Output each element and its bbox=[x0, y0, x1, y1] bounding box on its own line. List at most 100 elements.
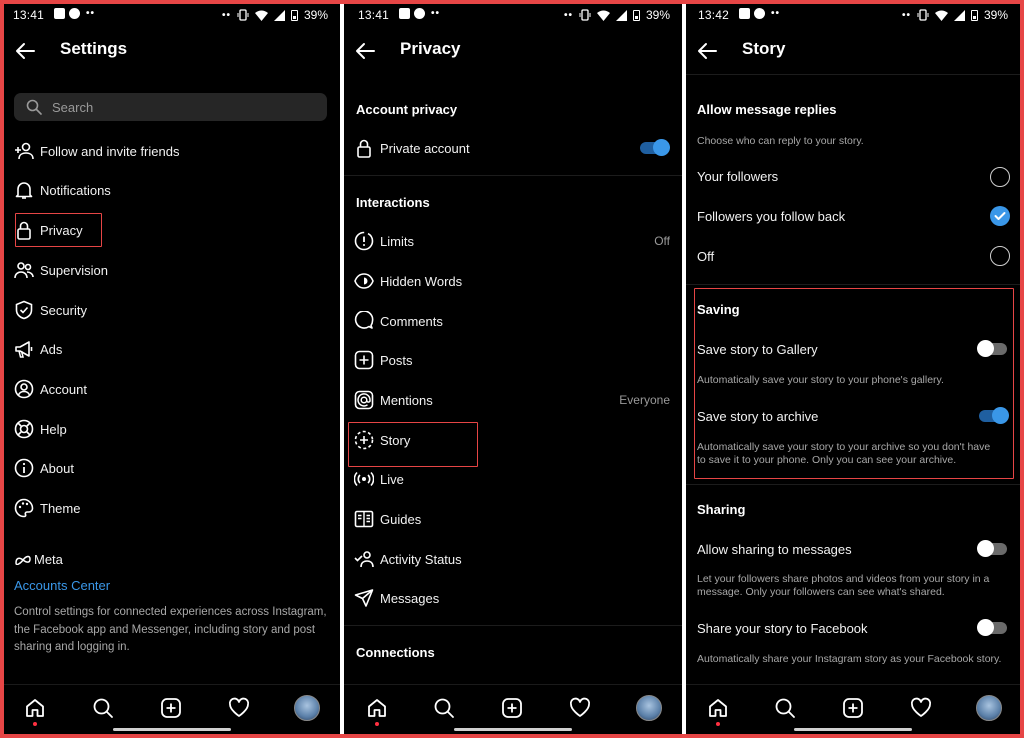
heart-icon[interactable] bbox=[910, 697, 932, 719]
bottom-nav bbox=[4, 684, 340, 734]
vibrate-icon bbox=[579, 9, 591, 21]
privacy-item-label: Mentions bbox=[380, 392, 433, 408]
checkmark-icon bbox=[994, 212, 1006, 220]
privacy-item-guides[interactable]: Guides bbox=[344, 501, 682, 537]
header: Privacy bbox=[344, 34, 682, 72]
live-icon bbox=[353, 468, 375, 490]
settings-item-follow[interactable]: Follow and invite friends bbox=[4, 133, 340, 169]
share-messages-label[interactable]: Allow sharing to messages bbox=[697, 542, 852, 557]
settings-item-ads[interactable]: Ads bbox=[4, 331, 340, 367]
meta-infinity-icon bbox=[15, 555, 31, 565]
profile-avatar[interactable] bbox=[636, 695, 662, 721]
meta-brand: Meta bbox=[34, 552, 63, 567]
settings-item-about[interactable]: About bbox=[4, 450, 340, 486]
reply-option-label[interactable]: Your followers bbox=[697, 169, 778, 184]
settings-item-label: About bbox=[40, 460, 74, 476]
reply-option-your-followers-radio[interactable] bbox=[990, 167, 1010, 187]
settings-item-help[interactable]: Help bbox=[4, 411, 340, 447]
section-interactions: Interactions bbox=[356, 195, 430, 210]
privacy-screen: 13:41 •• •• 39% Privacy Account privacy … bbox=[344, 4, 682, 734]
save-archive-toggle[interactable] bbox=[979, 407, 1009, 424]
back-arrow-icon[interactable] bbox=[696, 40, 718, 62]
share-facebook-label[interactable]: Share your story to Facebook bbox=[697, 621, 868, 636]
settings-item-label: Security bbox=[40, 302, 87, 318]
save-archive-label[interactable]: Save story to archive bbox=[697, 409, 818, 424]
share-facebook-toggle[interactable] bbox=[977, 619, 1007, 636]
privacy-item-comments[interactable]: Comments bbox=[344, 303, 682, 339]
reply-option-follow-back-radio[interactable] bbox=[990, 206, 1010, 226]
settings-item-notifications[interactable]: Notifications bbox=[4, 172, 340, 208]
create-icon[interactable] bbox=[160, 697, 182, 719]
save-gallery-label[interactable]: Save story to Gallery bbox=[697, 342, 818, 357]
battery-icon bbox=[290, 9, 298, 21]
comment-icon bbox=[353, 310, 375, 332]
privacy-item-value: Everyone bbox=[619, 393, 670, 407]
settings-item-label: Notifications bbox=[40, 182, 111, 198]
settings-item-supervision[interactable]: Supervision bbox=[4, 252, 340, 288]
search-input[interactable]: Search bbox=[14, 93, 327, 121]
save-gallery-toggle[interactable] bbox=[977, 340, 1007, 357]
home-icon[interactable] bbox=[366, 697, 388, 719]
back-arrow-icon[interactable] bbox=[14, 40, 36, 62]
profile-avatar[interactable] bbox=[294, 695, 320, 721]
story-screen: 13:42 •• •• 39% Story Allow message repl… bbox=[686, 4, 1020, 734]
section-saving: Saving bbox=[697, 302, 740, 317]
reply-option-off-radio[interactable] bbox=[990, 246, 1010, 266]
info-icon bbox=[13, 457, 35, 479]
status-time: 13:41 bbox=[358, 8, 390, 22]
bottom-nav bbox=[344, 684, 682, 734]
settings-item-label: Follow and invite friends bbox=[40, 143, 180, 159]
privacy-item-messages[interactable]: Messages bbox=[344, 580, 682, 616]
create-icon[interactable] bbox=[842, 697, 864, 719]
create-icon[interactable] bbox=[501, 697, 523, 719]
plus-square-icon bbox=[353, 349, 375, 371]
search-icon[interactable] bbox=[774, 697, 796, 719]
save-archive-description: Automatically save your story to your ar… bbox=[697, 441, 991, 466]
accounts-center-link[interactable]: Accounts Center bbox=[14, 578, 110, 593]
home-icon[interactable] bbox=[24, 697, 46, 719]
privacy-item-hidden-words[interactable]: Hidden Words bbox=[344, 263, 682, 299]
search-icon[interactable] bbox=[433, 697, 455, 719]
status-bar: 13:41 •• •• 39% bbox=[358, 8, 670, 22]
battery-level: 39% bbox=[645, 8, 670, 22]
signal-icon bbox=[615, 9, 627, 21]
share-messages-description: Let your followers share photos and vide… bbox=[697, 573, 990, 598]
privacy-item-mentions[interactable]: Mentions Everyone bbox=[344, 382, 682, 418]
privacy-item-activity-status[interactable]: Activity Status bbox=[344, 541, 682, 577]
wifi-icon bbox=[934, 10, 948, 21]
back-arrow-icon[interactable] bbox=[354, 40, 376, 62]
battery-level: 39% bbox=[303, 8, 328, 22]
share-messages-toggle[interactable] bbox=[977, 540, 1007, 557]
reply-option-label[interactable]: Followers you follow back bbox=[697, 209, 845, 224]
lock-icon bbox=[353, 137, 375, 159]
status-time: 13:41 bbox=[13, 8, 45, 22]
wifi-icon bbox=[596, 10, 610, 21]
home-activity-dot bbox=[33, 722, 37, 726]
settings-screen: 13:41 •• •• 39% Settings Search Follow a… bbox=[4, 4, 340, 734]
private-account-row[interactable]: Private account bbox=[344, 130, 682, 166]
hidden-words-icon bbox=[353, 270, 375, 292]
wifi-icon bbox=[254, 10, 268, 21]
battery-icon bbox=[970, 9, 978, 21]
notification-icons: •• bbox=[54, 8, 95, 19]
settings-item-theme[interactable]: Theme bbox=[4, 490, 340, 526]
profile-avatar[interactable] bbox=[976, 695, 1002, 721]
heart-icon[interactable] bbox=[228, 697, 250, 719]
heart-icon[interactable] bbox=[569, 697, 591, 719]
home-icon[interactable] bbox=[707, 697, 729, 719]
highlight-box bbox=[15, 213, 102, 247]
private-account-toggle[interactable] bbox=[640, 139, 670, 156]
header: Settings bbox=[4, 34, 340, 72]
reply-option-label[interactable]: Off bbox=[697, 249, 714, 264]
settings-item-account[interactable]: Account bbox=[4, 371, 340, 407]
gesture-bar bbox=[794, 728, 912, 731]
save-gallery-description: Automatically save your story to your ph… bbox=[697, 374, 944, 386]
vibrate-icon bbox=[917, 9, 929, 21]
privacy-item-label: Posts bbox=[380, 352, 413, 368]
search-icon[interactable] bbox=[92, 697, 114, 719]
settings-item-security[interactable]: Security bbox=[4, 292, 340, 328]
settings-item-label: Account bbox=[40, 381, 87, 397]
settings-item-label: Help bbox=[40, 421, 67, 437]
privacy-item-limits[interactable]: Limits Off bbox=[344, 223, 682, 259]
privacy-item-posts[interactable]: Posts bbox=[344, 342, 682, 378]
